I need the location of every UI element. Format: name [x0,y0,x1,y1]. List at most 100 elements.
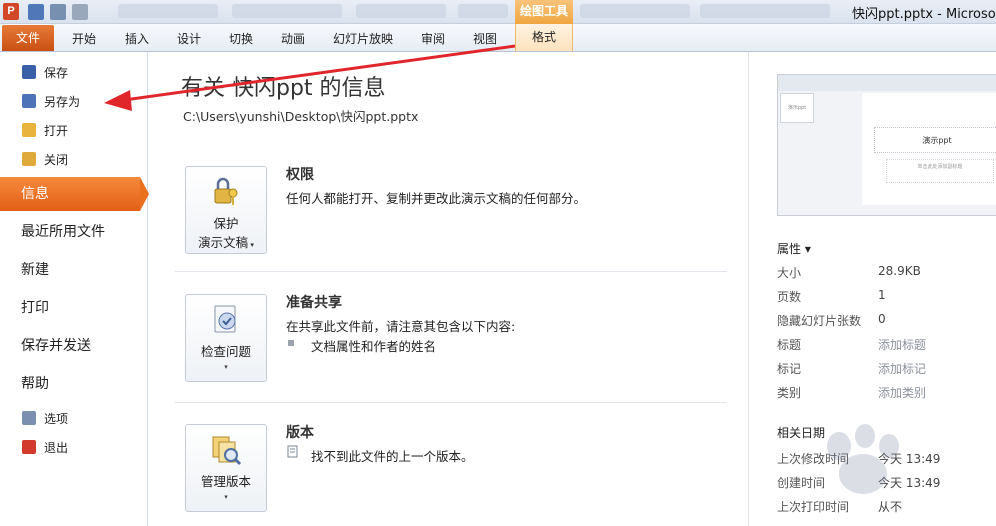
options-icon [22,411,36,425]
nav-print[interactable]: 打印 [0,291,148,325]
prepare-sharing-title: 准备共享 [286,295,342,311]
date-key: 上次修改时间 [777,452,850,466]
nav-exit[interactable]: 退出 [0,435,148,459]
open-folder-icon [22,123,36,137]
add-category-field[interactable]: 添加类别 [878,384,926,401]
tab-format[interactable]: 格式 [515,24,573,51]
thumbnail-slide-title: 演示ppt [874,127,996,153]
property-key: 页数 [777,290,802,304]
nav-options[interactable]: 选项 [0,406,148,430]
protect-button-label: 保护 [213,216,239,231]
nav-options-label: 选项 [44,411,69,426]
checklist-icon [214,305,236,333]
dropdown-caret-icon: ▾ [224,363,228,371]
prepare-sharing-text: 在共享此文件前，请注意其包含以下内容: [286,319,516,334]
drawing-tools-context-label: 绘图工具 [515,0,573,24]
date-row: 上次修改时间 今天 13:49 [777,446,996,470]
property-row: 页数 1 [777,284,996,308]
property-value: 28.9KB [878,264,921,278]
date-value: 今天 13:49 [878,452,941,466]
blurred-taskbar-region [458,4,508,18]
add-tags-field[interactable]: 添加标记 [878,360,926,377]
thumbnail-ribbon [778,75,996,91]
blurred-taskbar-region [232,4,342,18]
tab-view[interactable]: 视图 [473,30,497,47]
save-as-icon [22,94,36,108]
related-dates-heading: 相关日期 [777,426,826,440]
nav-save-as[interactable]: 另存为 [0,89,148,113]
versions-section: 管理版本 ▾ 版本 找不到此文件的上一个版本。 [175,418,727,526]
powerpoint-app-icon[interactable]: P [3,3,19,20]
tab-insert[interactable]: 插入 [125,30,149,47]
nav-close[interactable]: 关闭 [0,147,148,171]
check-issues-button[interactable]: 检查问题 ▾ [185,294,267,382]
prepare-sharing-section: 检查问题 ▾ 准备共享 在共享此文件前，请注意其包含以下内容: 文档属性和作者的… [175,288,727,398]
protect-button-label-2-text: 演示文稿 [198,235,249,250]
manage-versions-label: 管理版本 [200,474,251,489]
save-icon [22,65,36,79]
dropdown-caret-icon: ▾ [224,493,228,501]
permissions-section: 保护 演示文稿 ▾ 权限 任何人都能打开、复制并更改此演示文稿的任何部分。 [175,160,727,270]
blurred-taskbar-region [580,4,690,18]
title-bar: P 绘图工具 快闪ppt.pptx - Microsoft [0,0,996,24]
exit-icon [22,440,36,454]
permissions-title: 权限 [286,167,314,183]
date-value: 从不 [878,500,903,514]
nav-recent[interactable]: 最近所用文件 [0,215,148,249]
nav-close-label: 关闭 [44,152,69,167]
versions-text: 找不到此文件的上一个版本。 [311,449,474,464]
tab-transitions[interactable]: 切换 [229,30,253,47]
properties-dropdown[interactable]: 属性 ▾ [777,240,811,257]
info-pane: 有关 快闪ppt 的信息 C:\Users\yunshi\Desktop\快闪p… [149,52,747,526]
property-row: 标题 添加标题 [777,332,996,356]
qat-save-icon[interactable] [28,4,44,20]
date-value: 今天 13:49 [878,476,941,490]
thumbnail-slide: 演示ppt 单击此处添加副标题 [862,93,996,205]
nav-help[interactable]: 帮助 [0,367,148,401]
property-row: 标记 添加标记 [777,356,996,380]
manage-versions-button[interactable]: 管理版本 ▾ [185,424,267,512]
property-key: 隐藏幻灯片张数 [777,314,862,328]
tab-home[interactable]: 开始 [72,30,96,47]
lock-keys-icon [214,177,238,205]
thumbnail-slide-list: 演示ppt [780,93,814,123]
blurred-taskbar-region [118,4,218,18]
permissions-text: 任何人都能打开、复制并更改此演示文稿的任何部分。 [286,191,587,206]
bullet-marker [288,340,294,346]
page-title: 有关 快闪ppt 的信息 [181,76,386,101]
property-value: 1 [878,288,886,302]
property-key: 标记 [777,362,802,376]
file-path: C:\Users\yunshi\Desktop\快闪ppt.pptx [183,109,419,124]
nav-new[interactable]: 新建 [0,253,148,287]
backstage-nav: 保存 另存为 打开 关闭 信息 最近所用文件 新建 打印 保存并发送 帮助 选项… [0,52,148,526]
nav-open-label: 打开 [44,123,69,138]
thumbnail-slide-subtitle: 单击此处添加副标题 [886,159,994,183]
blurred-taskbar-region [700,4,830,18]
date-key: 上次打印时间 [777,500,850,514]
tab-review[interactable]: 审阅 [421,30,445,47]
property-row: 隐藏幻灯片张数 0 [777,308,996,332]
versions-title: 版本 [286,425,314,441]
protect-presentation-button[interactable]: 保护 演示文稿 ▾ [185,166,267,254]
presentation-thumbnail[interactable]: 演示ppt 演示ppt 单击此处添加副标题 [777,74,996,216]
qat-undo-icon[interactable] [50,4,66,20]
powerpoint-backstage-window: P 绘图工具 快闪ppt.pptx - Microsoft 文件 开始 插入 设… [0,0,996,526]
property-key: 类别 [777,386,802,400]
nav-info[interactable]: 信息 [0,177,140,211]
prepare-sharing-bullet: 文档属性和作者的姓名 [311,339,437,354]
section-divider [175,271,727,272]
nav-save-and-send[interactable]: 保存并发送 [0,329,148,363]
nav-save[interactable]: 保存 [0,60,148,84]
nav-open[interactable]: 打开 [0,118,148,142]
tab-design[interactable]: 设计 [177,30,201,47]
tab-file[interactable]: 文件 [2,25,54,51]
blurred-taskbar-region [356,4,446,18]
qat-redo-icon[interactable] [72,4,88,20]
add-title-field[interactable]: 添加标题 [878,336,926,353]
nav-save-label: 保存 [44,65,69,80]
dropdown-caret-icon: ▾ [248,241,254,249]
protect-button-label-2: 演示文稿 ▾ [186,232,266,251]
tab-slideshow[interactable]: 幻灯片放映 [333,30,393,47]
property-row: 类别 添加类别 [777,380,996,404]
tab-animations[interactable]: 动画 [281,30,305,47]
